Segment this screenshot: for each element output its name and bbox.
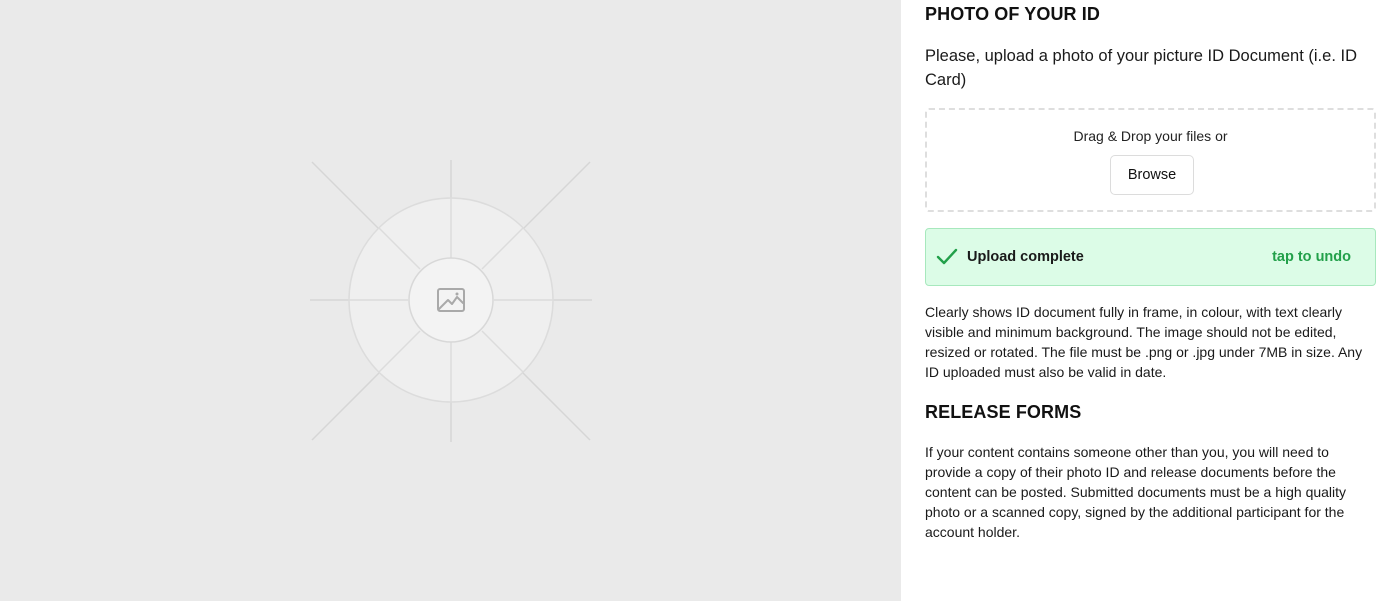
photo-id-title: PHOTO OF YOUR ID (925, 4, 1100, 24)
upload-status-label: Upload complete (967, 249, 1084, 265)
upload-status-banner: Upload complete tap to undo (925, 228, 1376, 286)
undo-upload-link[interactable]: tap to undo (1272, 249, 1351, 265)
photo-id-requirements: Clearly shows ID document fully in frame… (925, 304, 1363, 380)
image-placeholder-icon (310, 160, 592, 442)
release-forms-title: RELEASE FORMS (925, 402, 1082, 422)
id-upload-panel: PHOTO OF YOUR ID Please, upload a photo … (901, 0, 1376, 601)
check-icon (936, 248, 958, 265)
image-preview-pane (0, 0, 901, 601)
photo-id-subtitle: Please, upload a photo of your picture I… (925, 47, 1357, 89)
dropzone-text: Drag & Drop your files or (1073, 128, 1228, 144)
release-forms-text: If your content contains someone other t… (925, 444, 1347, 540)
browse-button[interactable]: Browse (1110, 155, 1194, 195)
file-dropzone[interactable]: Drag & Drop your files or Browse (925, 108, 1376, 212)
